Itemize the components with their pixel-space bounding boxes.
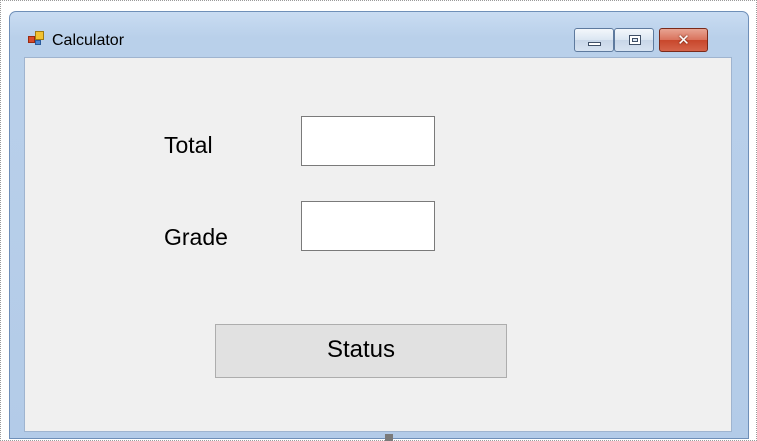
close-icon: ✕ <box>677 31 690 49</box>
close-button[interactable]: ✕ <box>659 28 708 52</box>
resize-handle[interactable] <box>385 434 393 441</box>
total-label: Total <box>164 132 213 158</box>
calculator-window: Calculator ✕ Total Grade Status <box>9 11 749 439</box>
total-input[interactable] <box>301 116 435 166</box>
title-bar[interactable]: Calculator ✕ <box>10 12 748 56</box>
minimize-icon <box>588 42 601 46</box>
status-button[interactable]: Status <box>215 324 507 378</box>
window-title: Calculator <box>52 32 125 49</box>
minimize-button[interactable] <box>574 28 614 52</box>
grade-input[interactable] <box>301 201 435 251</box>
grade-label: Grade <box>164 224 228 250</box>
maximize-button[interactable] <box>614 28 654 52</box>
form-client-area: Total Grade Status <box>24 57 732 432</box>
maximize-icon <box>629 35 641 45</box>
winforms-app-icon <box>28 31 44 45</box>
